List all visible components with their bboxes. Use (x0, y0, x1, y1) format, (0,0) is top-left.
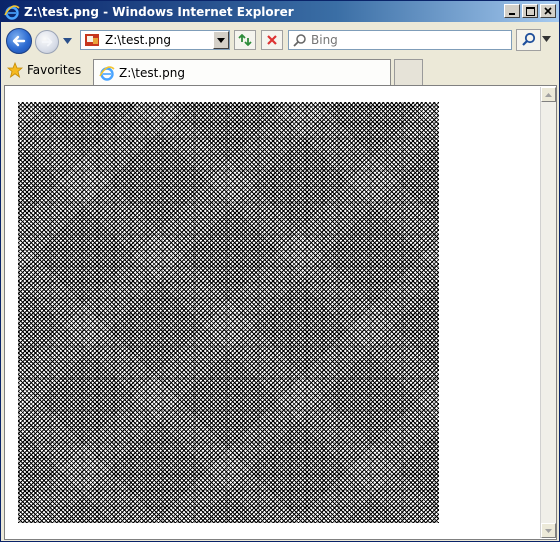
address-text: Z:\test.png (105, 33, 172, 47)
window-title: Z:\test.png - Windows Internet Explorer (24, 4, 294, 19)
ie-page-icon (99, 65, 115, 81)
address-bar[interactable]: Z:\test.png (80, 30, 230, 50)
back-arrow-icon (12, 35, 26, 47)
search-icon (521, 32, 535, 46)
stop-button[interactable] (261, 30, 283, 50)
navigation-bar: Z:\test.png (1, 22, 559, 57)
forward-arrow-icon (41, 37, 53, 47)
ie-window: Z:\test.png - Windows Internet Explorer (0, 0, 560, 542)
image-file-icon (84, 32, 100, 48)
chevron-down-icon (545, 528, 552, 533)
displayed-image (18, 102, 439, 523)
search-box[interactable] (288, 30, 512, 50)
favorites-label: Favorites (27, 63, 82, 77)
favorites-bar: Favorites Z:\test.png (1, 57, 559, 85)
tab-label: Z:\test.png (119, 65, 186, 80)
search-options-dropdown-icon[interactable] (542, 36, 551, 42)
content-frame (4, 85, 557, 540)
search-button[interactable] (516, 29, 541, 51)
search-icon (293, 34, 306, 47)
favorites-star-icon (7, 62, 23, 78)
search-input[interactable] (311, 33, 491, 47)
tab-test-png[interactable]: Z:\test.png (93, 59, 391, 85)
favorites-button[interactable]: Favorites (7, 62, 81, 78)
page-viewport[interactable] (6, 87, 539, 538)
back-button[interactable] (6, 28, 32, 54)
chevron-up-icon (545, 92, 552, 97)
refresh-icon (238, 34, 252, 46)
new-tab-button[interactable] (394, 59, 423, 85)
title-bar[interactable]: Z:\test.png - Windows Internet Explorer (1, 1, 559, 22)
minimize-button[interactable] (504, 4, 520, 18)
forward-button[interactable] (35, 30, 59, 54)
stop-icon (267, 35, 277, 45)
vertical-scrollbar[interactable] (540, 87, 556, 538)
scroll-down-button[interactable] (541, 523, 556, 538)
refresh-button[interactable] (234, 30, 256, 50)
close-button[interactable] (540, 4, 556, 18)
address-dropdown-button[interactable] (213, 31, 229, 49)
recent-pages-dropdown-icon[interactable] (63, 38, 72, 44)
maximize-button[interactable] (522, 4, 538, 18)
scroll-up-button[interactable] (541, 87, 556, 102)
window-controls (502, 4, 556, 18)
ie-logo-icon (4, 4, 20, 20)
chevron-down-icon (217, 37, 225, 43)
